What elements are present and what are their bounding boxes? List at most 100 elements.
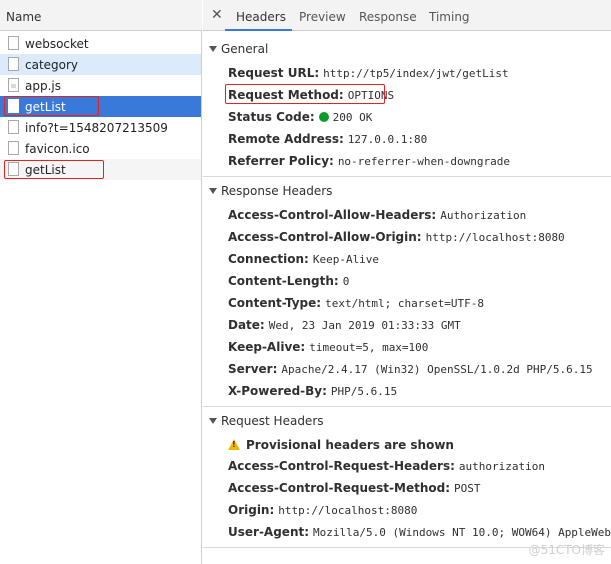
header-value: OPTIONS — [347, 89, 395, 102]
request-list-panel: Name websocket category app.js getList i… — [0, 0, 202, 564]
header-value: Apache/2.4.17 (Win32) OpenSSL/1.0.2d PHP… — [281, 363, 593, 376]
header-key: Date: — [228, 318, 265, 332]
name-column-label: Name — [6, 10, 42, 24]
watermark: @51CTO博客 — [528, 543, 605, 557]
expand-triangle-icon — [209, 46, 217, 52]
request-name: info?t=1548207213509 — [25, 121, 168, 135]
tab-timing[interactable]: Timing — [429, 10, 470, 24]
general-remote-address: Remote Address: 127.0.0.1:80 — [228, 132, 427, 146]
section-divider — [203, 406, 611, 407]
active-tab-indicator — [225, 29, 292, 31]
close-icon[interactable]: ✕ — [211, 7, 223, 23]
header-key: User-Agent: — [228, 525, 310, 539]
general-status-code: Status Code: 200 OK — [228, 110, 372, 124]
request-header-row: Access-Control-Request-Method: POST — [228, 481, 481, 495]
header-key: Server: — [228, 362, 278, 376]
header-key: Origin: — [228, 503, 275, 517]
header-key: Keep-Alive: — [228, 340, 306, 354]
request-row-app-js[interactable]: app.js — [0, 75, 201, 96]
section-title: General — [221, 42, 269, 56]
section-request-headers-header[interactable]: Request Headers — [209, 414, 324, 428]
request-name: category — [25, 58, 79, 72]
response-header-row: X-Powered-By: PHP/5.6.15 — [228, 384, 397, 398]
document-icon — [8, 36, 19, 50]
response-header-row: Keep-Alive: timeout=5, max=100 — [228, 340, 428, 354]
header-value: http://localhost:8080 — [425, 231, 565, 244]
request-name: app.js — [25, 79, 61, 93]
request-name: getList — [25, 100, 66, 114]
header-key: Access-Control-Allow-Origin: — [228, 230, 422, 244]
script-file-icon — [8, 78, 19, 92]
request-details-panel: ✕ Headers Preview Response Timing Genera… — [203, 0, 611, 564]
header-key: X-Powered-By: — [228, 384, 327, 398]
header-value: authorization — [458, 460, 545, 473]
header-value: POST — [454, 482, 481, 495]
header-value: no-referrer-when-downgrade — [337, 155, 510, 168]
header-value: Authorization — [440, 209, 527, 222]
request-name: favicon.ico — [25, 142, 90, 156]
expand-triangle-icon — [209, 188, 217, 194]
general-request-method: Request Method: OPTIONS — [228, 88, 394, 102]
section-response-headers-header[interactable]: Response Headers — [209, 184, 332, 198]
header-value: 127.0.0.1:80 — [347, 133, 428, 146]
provisional-headers-warning: Provisional headers are shown — [228, 438, 454, 452]
expand-triangle-icon — [209, 418, 217, 424]
header-value: text/html; charset=UTF-8 — [325, 297, 485, 310]
section-title: Request Headers — [221, 414, 324, 428]
general-referrer-policy: Referrer Policy: no-referrer-when-downgra… — [228, 154, 510, 168]
tab-headers[interactable]: Headers — [236, 10, 286, 24]
header-key: Content-Length: — [228, 274, 339, 288]
general-request-url: Request URL: http://tp5/index/jwt/getList — [228, 66, 509, 80]
request-name: websocket — [25, 37, 89, 51]
header-key: Access-Control-Request-Method: — [228, 481, 451, 495]
request-header-row: Access-Control-Request-Headers: authoriza… — [228, 459, 545, 473]
header-key: Request Method: — [228, 88, 344, 102]
request-header-row: Origin: http://localhost:8080 — [228, 503, 417, 517]
tab-preview[interactable]: Preview — [299, 10, 346, 24]
section-title: Response Headers — [221, 184, 333, 198]
response-header-row: Date: Wed, 23 Jan 2019 01:33:33 GMT — [228, 318, 461, 332]
details-tab-bar: ✕ Headers Preview Response Timing — [203, 0, 611, 31]
header-value: PHP/5.6.15 — [330, 385, 398, 398]
response-header-row: Content-Length: 0 — [228, 274, 349, 288]
header-key: Request URL: — [228, 66, 320, 80]
header-key: Access-Control-Allow-Headers: — [228, 208, 437, 222]
document-icon — [8, 99, 19, 113]
name-column-header[interactable]: Name — [0, 0, 202, 31]
request-row-getlist-selected[interactable]: getList — [0, 96, 201, 117]
header-key: Content-Type: — [228, 296, 322, 310]
response-header-row: Access-Control-Allow-Headers: Authorizati… — [228, 208, 526, 222]
response-header-row: Content-Type: text/html; charset=UTF-8 — [228, 296, 484, 310]
header-value: 200 OK — [332, 111, 373, 124]
request-row-info[interactable]: info?t=1548207213509 — [0, 117, 201, 138]
request-row-favicon[interactable]: favicon.ico — [0, 138, 201, 159]
warning-icon — [228, 439, 240, 450]
request-header-row: User-Agent: Mozilla/5.0 (Windows NT 10.0;… — [228, 525, 611, 539]
header-value: http://tp5/index/jwt/getList — [323, 67, 509, 80]
response-header-row: Access-Control-Allow-Origin: http://local… — [228, 230, 565, 244]
request-row-websocket[interactable]: websocket — [0, 33, 201, 54]
document-icon — [8, 120, 19, 134]
header-key: Access-Control-Request-Headers: — [228, 459, 455, 473]
header-value: http://localhost:8080 — [278, 504, 418, 517]
status-ok-icon — [318, 112, 329, 122]
warning-text: Provisional headers are shown — [246, 438, 454, 452]
document-icon — [8, 162, 19, 176]
header-key: Referrer Policy: — [228, 154, 334, 168]
header-value: timeout=5, max=100 — [309, 341, 429, 354]
section-divider — [203, 176, 611, 177]
header-key: Status Code: — [228, 110, 315, 124]
header-value: Mozilla/5.0 (Windows NT 10.0; WOW64) App… — [313, 526, 611, 539]
request-row-category[interactable]: category — [0, 54, 201, 75]
header-key: Remote Address: — [228, 132, 344, 146]
header-value: 0 — [342, 275, 350, 288]
request-row-getlist[interactable]: getList — [0, 159, 201, 180]
document-icon — [8, 57, 19, 71]
document-icon — [8, 141, 19, 155]
tab-response[interactable]: Response — [359, 10, 417, 24]
section-general-header[interactable]: General — [209, 42, 268, 56]
response-header-row: Server: Apache/2.4.17 (Win32) OpenSSL/1.0… — [228, 362, 593, 376]
header-key: Connection: — [228, 252, 309, 266]
header-value: Wed, 23 Jan 2019 01:33:33 GMT — [268, 319, 461, 332]
response-header-row: Connection: Keep-Alive — [228, 252, 379, 266]
